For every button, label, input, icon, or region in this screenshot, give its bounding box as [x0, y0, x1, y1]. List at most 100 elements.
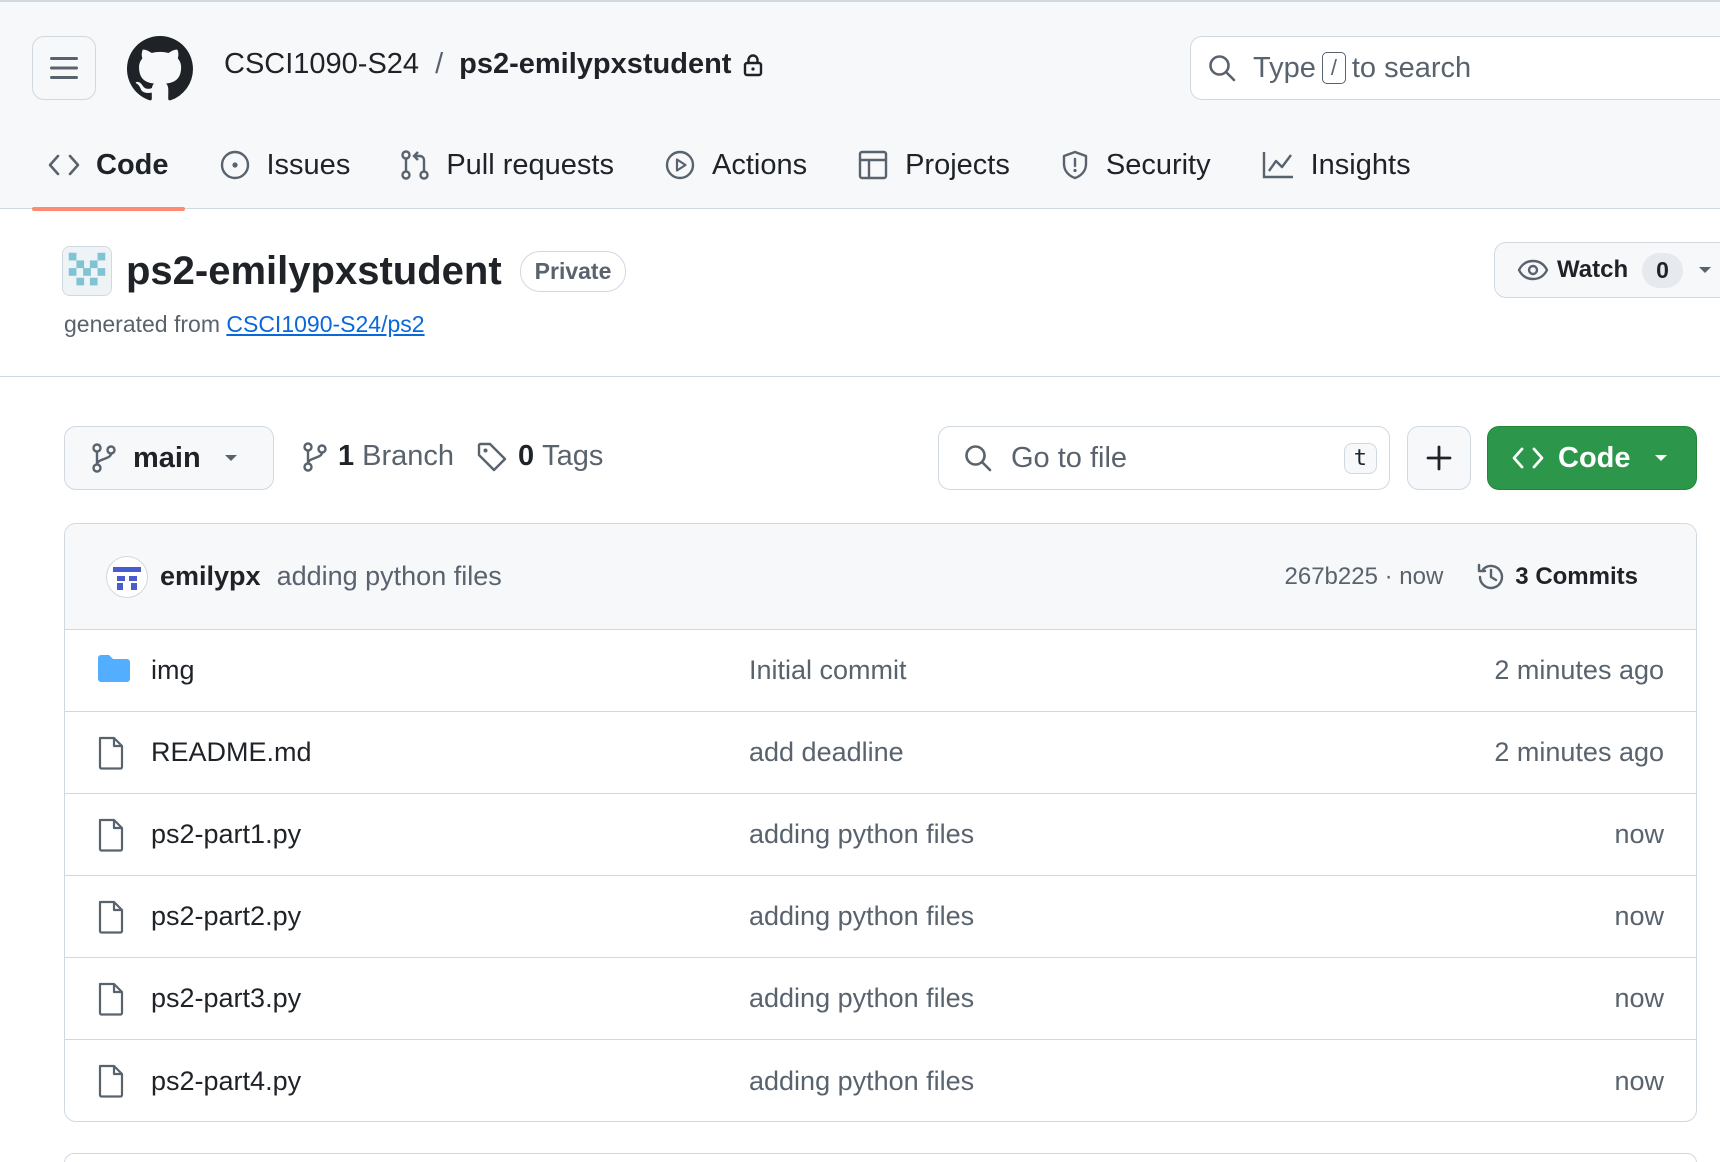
github-logo-icon[interactable] [127, 36, 193, 102]
search-shortcut-key: / [1321, 52, 1346, 84]
readme-box-edge [64, 1153, 1697, 1162]
tab-code[interactable]: Code [32, 132, 185, 211]
tab-actions-label: Actions [711, 148, 808, 181]
repo-name[interactable]: ps2-emilypxstudent [126, 249, 502, 294]
file-icon [98, 900, 124, 934]
go-to-file-shortcut-key: t [1343, 442, 1377, 474]
commit-author-link[interactable]: emilypx [160, 561, 261, 592]
file-name-link[interactable]: README.md [151, 737, 312, 768]
tags-link[interactable]: 0 Tags [476, 440, 603, 473]
visibility-badge: Private [519, 250, 627, 292]
file-commit-message[interactable]: adding python files [749, 983, 974, 1014]
file-icon [98, 736, 124, 770]
file-name-link[interactable]: ps2-part3.py [151, 983, 301, 1014]
tab-actions[interactable]: Actions [648, 132, 823, 198]
commits-link[interactable]: 3 Commits [1475, 561, 1638, 593]
repo-owner-avatar[interactable] [62, 246, 112, 296]
tab-code-label: Code [96, 148, 169, 181]
go-to-file-input[interactable]: Go to file t [938, 426, 1390, 490]
file-commit-time: now [1614, 1065, 1664, 1096]
table-row[interactable]: ps2-part2.py adding python files now [65, 876, 1696, 958]
tag-label: Tags [542, 440, 604, 472]
table-row[interactable]: ps2-part4.py adding python files now [65, 1040, 1696, 1121]
generated-from-label: generated from [64, 311, 220, 337]
go-to-file-placeholder: Go to file [1011, 441, 1128, 474]
tab-security-label: Security [1105, 148, 1211, 181]
chevron-down-icon [1654, 455, 1667, 461]
branch-selector-button[interactable]: main [64, 426, 274, 490]
eye-icon [1517, 259, 1549, 281]
file-commit-message[interactable]: add deadline [749, 737, 904, 768]
global-search-input[interactable]: Type / to search [1190, 36, 1720, 100]
avatar[interactable] [106, 555, 148, 598]
lock-icon [743, 53, 763, 77]
add-file-button[interactable] [1407, 426, 1471, 490]
table-row[interactable]: ps2-part1.py adding python files now [65, 794, 1696, 876]
commit-sha-time[interactable]: 267b225 · now [1285, 563, 1444, 591]
play-icon [665, 150, 695, 180]
hamburger-menu-button[interactable] [32, 36, 96, 100]
issue-icon [220, 150, 249, 180]
branch-count: 1 [338, 440, 355, 472]
folder-icon [98, 655, 130, 682]
commit-meta: 267b225 · now 3 Commits [1285, 524, 1639, 630]
watch-count: 0 [1642, 252, 1683, 288]
branches-link[interactable]: 1 Branch [302, 440, 454, 473]
tab-insights-label: Insights [1310, 148, 1411, 181]
tab-security[interactable]: Security [1044, 132, 1227, 198]
table-row[interactable]: img Initial commit 2 minutes ago [65, 630, 1696, 712]
table-row[interactable]: README.md add deadline 2 minutes ago [65, 712, 1696, 794]
shield-icon [1062, 150, 1088, 180]
commit-message-link[interactable]: adding python files [277, 561, 502, 592]
code-icon [48, 154, 80, 176]
search-placeholder-suffix: to search [1351, 51, 1472, 84]
tab-issues[interactable]: Issues [203, 132, 367, 198]
file-commit-time: now [1614, 983, 1664, 1013]
repo-title-row: ps2-emilypxstudent Private [62, 246, 627, 296]
repo-nav-tabs: Code Issues Pull requests Actions Projec… [0, 132, 1445, 211]
file-commit-time: now [1614, 819, 1664, 849]
code-icon [1512, 447, 1544, 469]
header-divider [0, 376, 1720, 377]
graph-icon [1262, 152, 1293, 179]
tab-pull-requests-label: Pull requests [446, 148, 614, 181]
table-row[interactable]: ps2-part3.py adding python files now [65, 958, 1696, 1040]
file-name-link[interactable]: ps2-part4.py [151, 1066, 301, 1097]
hamburger-icon [50, 57, 78, 79]
plus-icon [1426, 445, 1452, 471]
template-repo-link[interactable]: CSCI1090-S24/ps2 [226, 311, 424, 337]
git-branch-icon [303, 441, 327, 472]
file-icon [98, 818, 124, 852]
file-icon [98, 1064, 124, 1098]
generated-from-text: generated from CSCI1090-S24/ps2 [64, 311, 425, 338]
file-commit-time: 2 minutes ago [1494, 655, 1664, 685]
tab-projects[interactable]: Projects [841, 132, 1026, 198]
file-browser: emilypx adding python files 267b225 · no… [64, 523, 1697, 1122]
file-commit-message[interactable]: adding python files [749, 1066, 974, 1097]
file-commit-time: 2 minutes ago [1494, 737, 1664, 767]
file-name-link[interactable]: ps2-part2.py [151, 901, 301, 932]
breadcrumb-repo-link[interactable]: ps2-emilypxstudent [459, 48, 731, 81]
code-dropdown-button[interactable]: Code [1487, 426, 1697, 490]
tab-issues-label: Issues [266, 148, 351, 181]
file-commit-time: now [1614, 901, 1664, 931]
search-icon [1209, 55, 1236, 82]
pull-request-icon [401, 150, 430, 180]
breadcrumb-separator: / [435, 48, 444, 80]
branch-name: main [133, 441, 201, 474]
tab-insights[interactable]: Insights [1245, 132, 1427, 198]
tag-icon [477, 442, 507, 471]
file-commit-message[interactable]: adding python files [749, 819, 974, 850]
tab-pull-requests[interactable]: Pull requests [384, 132, 630, 198]
file-name-link[interactable]: img [151, 655, 195, 686]
commits-count-label: 3 Commits [1515, 563, 1638, 590]
git-branch-icon [92, 443, 116, 473]
watch-button[interactable]: Watch 0 [1494, 242, 1720, 298]
file-commit-message[interactable]: Initial commit [749, 655, 907, 686]
chevron-down-icon [224, 455, 237, 461]
chevron-down-icon [1698, 267, 1711, 273]
file-commit-message[interactable]: adding python files [749, 901, 974, 932]
file-name-link[interactable]: ps2-part1.py [151, 819, 301, 850]
breadcrumb-org-link[interactable]: CSCI1090-S24 [224, 48, 419, 81]
breadcrumb: CSCI1090-S24 / ps2-emilypxstudent [224, 48, 763, 81]
